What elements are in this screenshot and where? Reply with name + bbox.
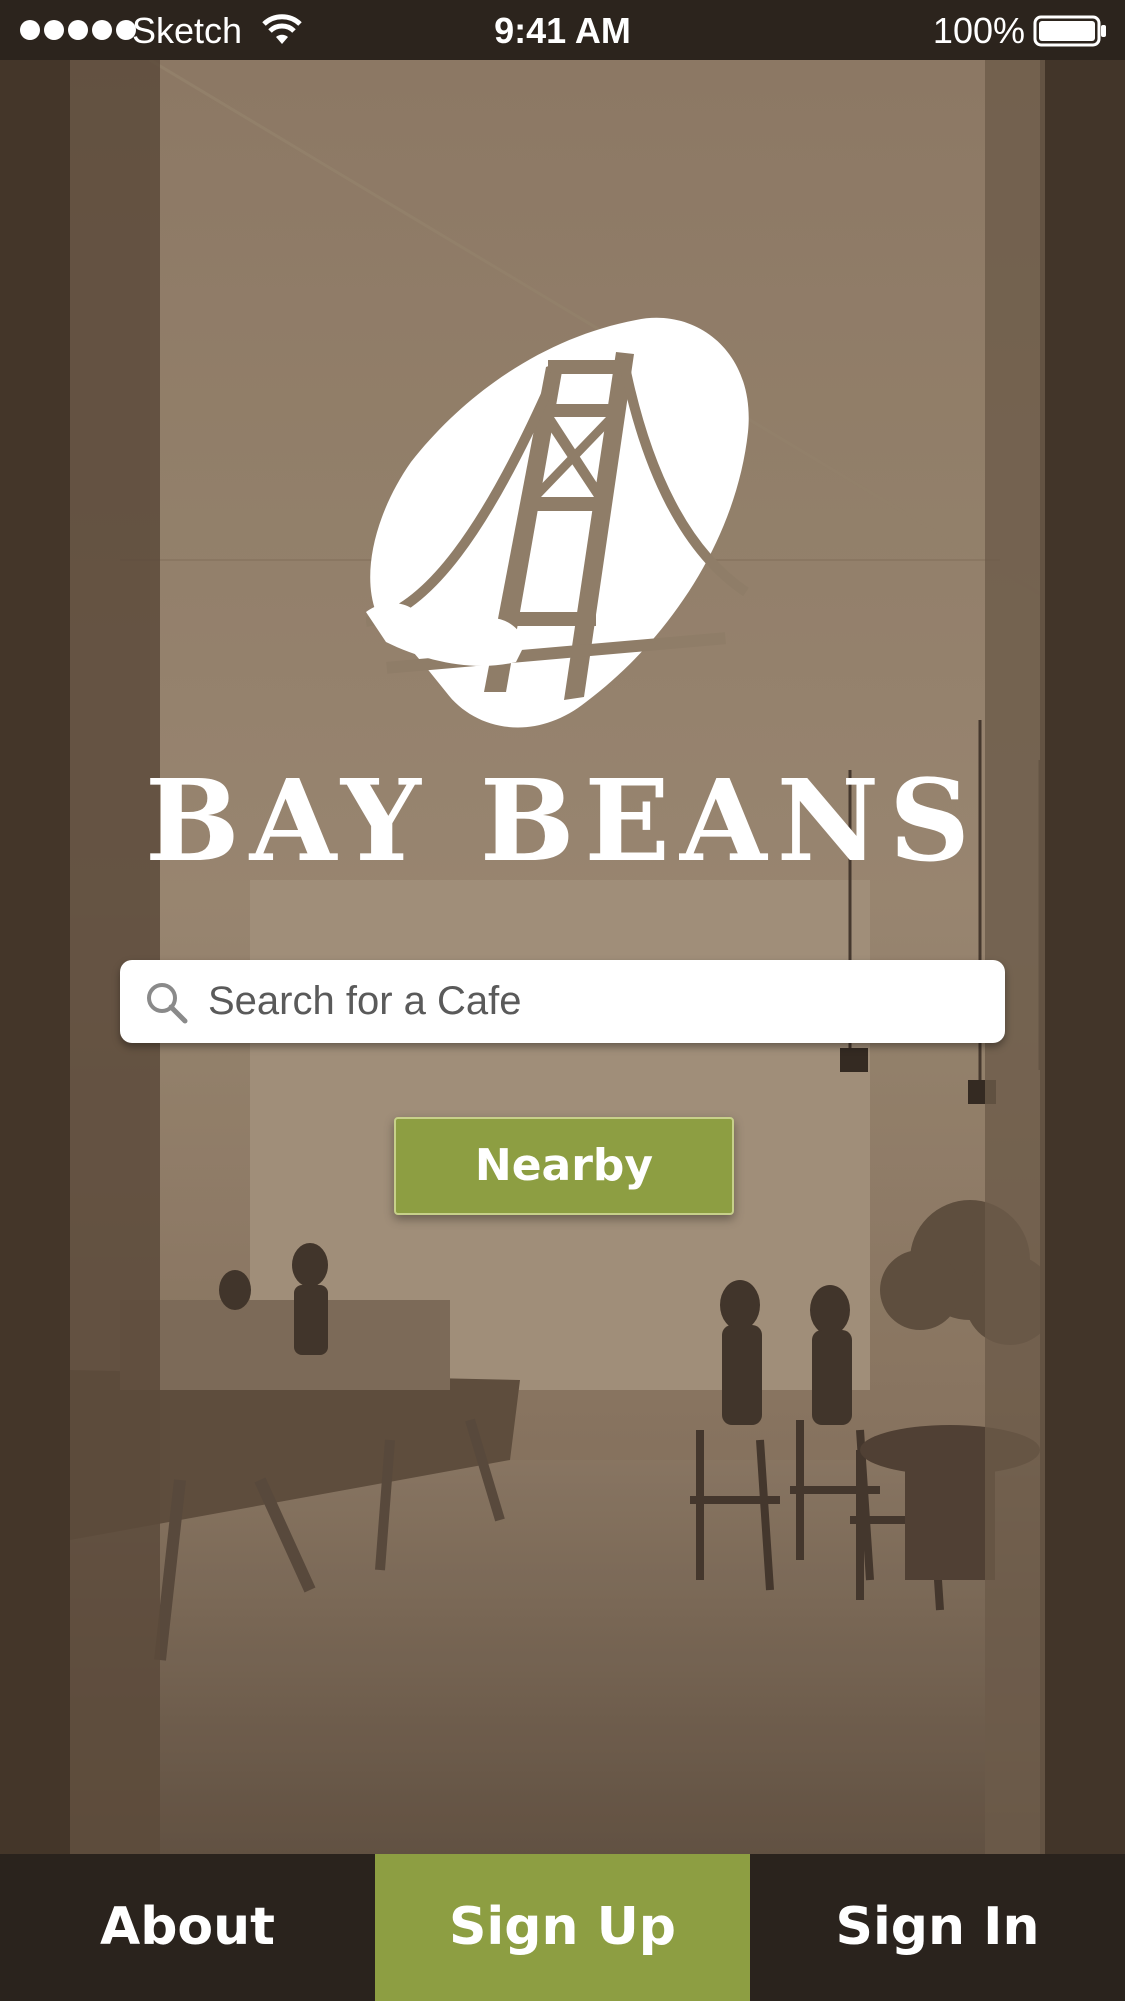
- battery-percentage: 100%: [932, 10, 1025, 51]
- bottom-nav: About Sign Up Sign In: [0, 1854, 1125, 2001]
- search-input[interactable]: [208, 960, 988, 1043]
- sign-in-button[interactable]: Sign In: [750, 1854, 1125, 2001]
- about-button[interactable]: About: [0, 1854, 375, 2001]
- battery-icon: [1033, 15, 1106, 47]
- search-icon: [147, 983, 188, 1024]
- nearby-button[interactable]: Nearby: [394, 1117, 734, 1215]
- search-bar[interactable]: [120, 960, 1005, 1043]
- sign-up-button[interactable]: Sign Up: [375, 1854, 750, 2001]
- splash-screen: Sketch 9:41 AM 100% BAY BEANS Search for…: [0, 0, 1125, 2001]
- golden-gate-bridge-logo-icon: [366, 317, 749, 728]
- status-bar: Sketch 9:41 AM 100%: [0, 0, 1125, 60]
- brand-title: BAY BEANS: [144, 756, 981, 887]
